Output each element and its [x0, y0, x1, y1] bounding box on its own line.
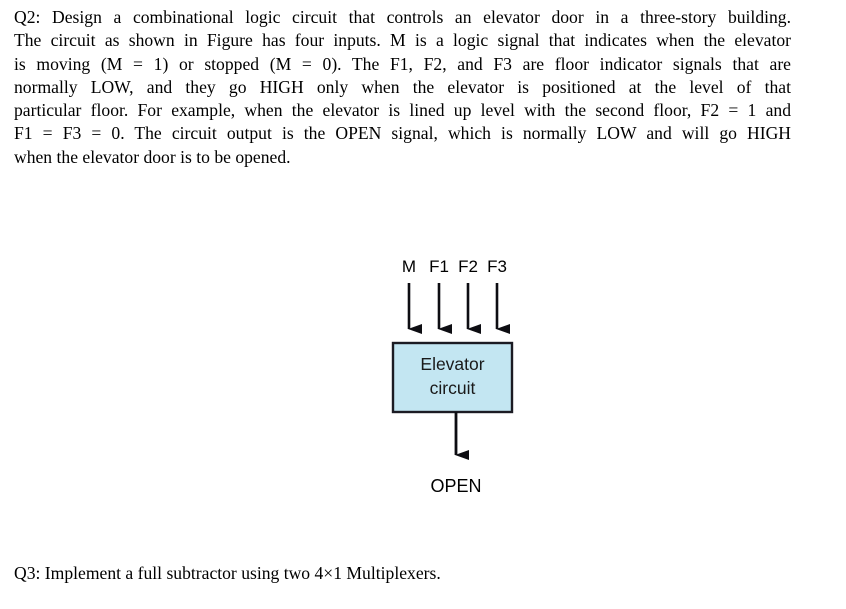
q2-line-2: The circuit as shown in Figure has four … [14, 30, 791, 51]
block-label-line-1: Elevator [420, 354, 484, 374]
question-2-paragraph: Q2: Design a combinational logic circuit… [14, 6, 791, 169]
q2-line-3: is moving (M = 1) or stopped (M = 0). Th… [14, 53, 791, 74]
q2-line-7: when the elevator door is to be opened. [14, 146, 291, 167]
q2-line-5: particular floor. For example, when the … [14, 100, 791, 121]
question-3-text: Q3: Implement a full subtractor using tw… [14, 563, 441, 583]
input-label-f2: F2 [458, 257, 478, 276]
block-label-line-2: circuit [430, 378, 476, 398]
q2-line-4: normally LOW, and they go HIGH only when… [14, 76, 791, 97]
q2-line-6: F1 = F3 = 0. The circuit output is the O… [14, 123, 791, 144]
output-label-open: OPEN [430, 476, 481, 496]
input-arrows [407, 283, 510, 334]
elevator-circuit-block [391, 341, 514, 414]
q2-line-1: Q2: Design a combinational logic circuit… [14, 7, 791, 27]
input-label-f1: F1 [429, 257, 449, 276]
input-label-f3: F3 [487, 257, 507, 276]
input-label-m: M [402, 257, 416, 276]
